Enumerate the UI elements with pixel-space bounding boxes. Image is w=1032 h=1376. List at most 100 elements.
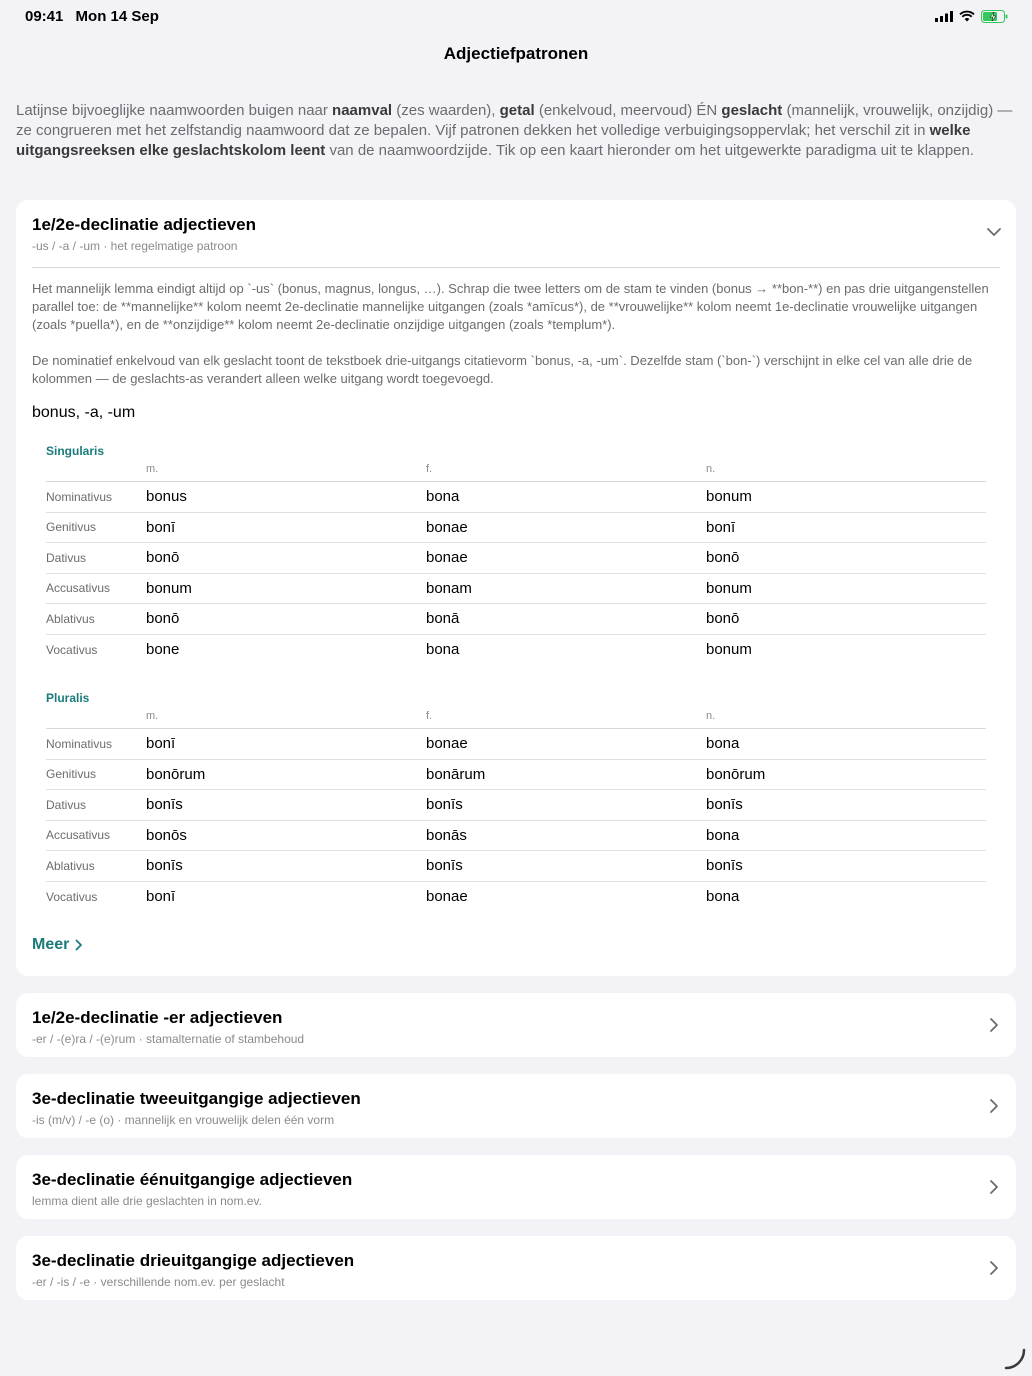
- pattern-card[interactable]: 3e-declinatie tweeuitgangige adjectieven…: [16, 1074, 1016, 1138]
- form-cell-n: bona: [706, 826, 740, 844]
- form-cell-f: bonae: [426, 549, 468, 567]
- table-body: Nominativus bonī bonae bona Genitivus bonōrum…: [46, 729, 986, 912]
- description-paragraph: De nominatief enkelvoud van elk geslacht…: [32, 353, 973, 386]
- pattern-card[interactable]: 1e/2e-declinatie -er adjectieven -er / -…: [16, 993, 1016, 1057]
- case-label: Genitivus: [46, 767, 97, 782]
- table-row: Ablativus bonō bonā bonō: [46, 604, 986, 635]
- card-subtitle: -us / -a / -um · het regelmatige patroon: [32, 239, 238, 253]
- case-label: Accusativus: [46, 828, 111, 843]
- header-cell: n.: [706, 463, 716, 475]
- header-cell: m.: [146, 463, 159, 475]
- case-label: Ablativus: [46, 858, 95, 873]
- form-cell-m: bonōrum: [146, 765, 206, 783]
- intro-text: Latijnse bijvoeglijke naamwoorden buigen…: [16, 101, 1016, 161]
- case-label: Genitivus: [46, 520, 97, 535]
- card-header[interactable]: 1e/2e-declinatie adjectieven -us / -a / …: [16, 200, 1016, 254]
- signal-icon: [935, 10, 953, 22]
- pattern-card[interactable]: 3e-declinatie drieuitgangige adjectieven…: [16, 1236, 1016, 1300]
- case-label: Ablativus: [46, 611, 95, 626]
- more-label: Meer: [32, 936, 70, 953]
- intro-part: (zes waarden),: [392, 102, 500, 119]
- chevron-down-icon[interactable]: [986, 224, 1002, 240]
- section-label-singular: Singularis: [46, 444, 105, 458]
- page-title: Adjectiefpatronen: [443, 44, 589, 63]
- form-cell-f: bonae: [426, 888, 468, 906]
- header-cell: n.: [706, 710, 716, 722]
- card-title: 1e/2e-declinatie -er adjectieven: [32, 1008, 283, 1027]
- form-cell-n: bonī: [706, 518, 736, 536]
- table-body: Nominativus bonus bona bonum Genitivus bonī bo…: [46, 482, 986, 665]
- form-cell-m: bonī: [146, 735, 176, 753]
- header-cell: m.: [146, 710, 159, 722]
- header-cell: f.: [426, 710, 433, 722]
- intro-part: van de naamwoordzijde. Tik op een kaart …: [325, 142, 975, 159]
- case-label: Dativus: [46, 797, 87, 812]
- table-row: Genitivus bonōrum bonārum bonōrum: [46, 760, 986, 790]
- form-cell-m: bonīs: [146, 857, 183, 875]
- form-cell-n: bonō: [706, 549, 740, 567]
- status-left: 09:41 Mon 14 Sep: [25, 8, 167, 25]
- form-cell-n: bonō: [706, 610, 740, 628]
- table-header: m. f. n.: [46, 458, 986, 482]
- card-header: 3e-declinatie éénuitgangige adjectieven …: [16, 1155, 1016, 1209]
- chevron-right-icon: [75, 939, 83, 951]
- form-cell-f: bona: [426, 641, 460, 659]
- intro-bold: naamval: [332, 102, 393, 119]
- form-cell-m: bonō: [146, 549, 180, 567]
- chevron-right-icon: [990, 1180, 998, 1194]
- table-row: Nominativus bonī bonae bona: [46, 729, 986, 760]
- table-row: Genitivus bonī bonae bonī: [46, 513, 986, 543]
- form-cell-f: bonae: [426, 518, 468, 536]
- form-cell-m: bonōs: [146, 826, 187, 844]
- paradigm-title: bonus, -a, -um: [32, 404, 136, 421]
- table-header: m. f. n.: [46, 705, 986, 729]
- table-row: Nominativus bonus bona bonum: [46, 482, 986, 513]
- status-time: 09:41: [25, 7, 64, 25]
- form-cell-n: bonīs: [706, 857, 743, 875]
- battery-charging-icon: [981, 9, 1008, 23]
- form-cell-n: bonum: [706, 579, 752, 597]
- description-paragraph: Het mannelijk lemma eindigt altijd op `-…: [32, 281, 989, 332]
- chevron-right-icon: [990, 1018, 998, 1032]
- intro-bold: geslacht: [721, 102, 783, 119]
- pattern-card-expanded: 1e/2e-declinatie adjectieven -us / -a / …: [16, 200, 1016, 976]
- status-right: [935, 9, 1008, 23]
- card-header: 3e-declinatie drieuitgangige adjectieven…: [16, 1236, 1016, 1290]
- pattern-card[interactable]: 3e-declinatie éénuitgangige adjectieven …: [16, 1155, 1016, 1219]
- case-label: Vocativus: [46, 642, 98, 657]
- card-subtitle: lemma dient alle drie geslachten in nom.…: [32, 1194, 262, 1208]
- more-button[interactable]: Meer: [32, 936, 83, 954]
- form-cell-f: bonīs: [426, 857, 463, 875]
- table-row: Vocativus bone bona bonum: [46, 635, 986, 666]
- table-row: Vocativus bonī bonae bona: [46, 882, 986, 913]
- form-cell-m: bonō: [146, 610, 180, 628]
- form-cell-n: bonum: [706, 641, 752, 659]
- table-row: Accusativus bonum bonam bonum: [46, 574, 986, 604]
- form-cell-m: bonus: [146, 488, 187, 506]
- form-cell-f: bonās: [426, 826, 467, 844]
- card-title: 1e/2e-declinatie adjectieven: [32, 215, 256, 234]
- table-row: Accusativus bonōs bonās bona: [46, 821, 986, 851]
- case-label: Vocativus: [46, 889, 98, 904]
- chevron-right-icon: [990, 1099, 998, 1113]
- form-cell-n: bona: [706, 888, 740, 906]
- form-cell-n: bonīs: [706, 796, 743, 814]
- form-cell-n: bona: [706, 735, 740, 753]
- intro-bold: getal: [499, 102, 535, 119]
- divider: [32, 267, 1000, 268]
- form-cell-m: bone: [146, 641, 180, 659]
- card-subtitle: -is (m/v) / -e (o) · mannelijk en vrouwe…: [32, 1113, 335, 1127]
- status-bar: 09:41 Mon 14 Sep: [0, 0, 1032, 32]
- form-cell-f: bonārum: [426, 765, 486, 783]
- section-label-plural: Pluralis: [46, 691, 90, 705]
- form-cell-m: bonī: [146, 888, 176, 906]
- resize-handle-icon[interactable]: [1002, 1346, 1028, 1370]
- case-label: Nominativus: [46, 489, 113, 504]
- card-header: 3e-declinatie tweeuitgangige adjectieven…: [16, 1074, 1016, 1128]
- card-subtitle: -er / -(e)ra / -(e)rum · stamalternatie …: [32, 1032, 305, 1046]
- form-cell-f: bonā: [426, 610, 460, 628]
- form-cell-f: bonae: [426, 735, 468, 753]
- card-title: 3e-declinatie tweeuitgangige adjectieven: [32, 1089, 361, 1108]
- header-cell: f.: [426, 463, 433, 475]
- form-cell-f: bonam: [426, 579, 472, 597]
